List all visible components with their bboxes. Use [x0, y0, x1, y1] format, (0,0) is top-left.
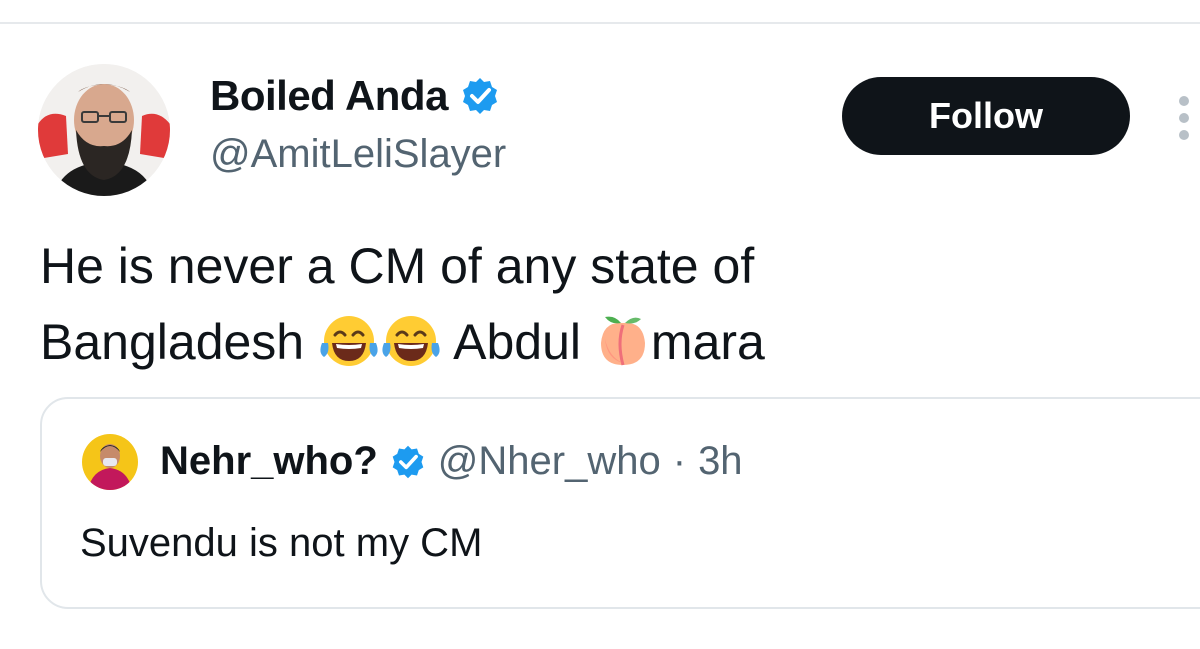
- verified-badge-icon: [390, 444, 426, 480]
- author-avatar[interactable]: [38, 64, 170, 196]
- tweet-text-segment-2: Abdul: [442, 314, 595, 370]
- tweet-text: He is never a CM of any state of Banglad…: [40, 228, 1160, 390]
- tweet-text-segment-1: Bangladesh: [40, 314, 319, 370]
- quoted-author-avatar[interactable]: [82, 434, 138, 490]
- quoted-tweet-card[interactable]: Nehr_who? @Nher_who · 3h Suvendu is not …: [40, 397, 1200, 609]
- laughing-tears-emoji-icon: [318, 313, 380, 390]
- top-divider: [0, 22, 1200, 24]
- laughing-tears-emoji-icon: [380, 313, 442, 390]
- quoted-author-name[interactable]: Nehr_who?: [160, 439, 378, 484]
- quoted-tweet-text: Suvendu is not my CM: [80, 521, 483, 565]
- tweet-text-segment-3: mara: [650, 314, 765, 370]
- author-name-text[interactable]: Boiled Anda: [210, 72, 448, 120]
- quoted-tweet-timestamp[interactable]: 3h: [698, 439, 743, 484]
- quoted-tweet-header: Nehr_who? @Nher_who · 3h: [160, 439, 743, 484]
- peach-emoji-icon: [595, 313, 651, 390]
- follow-button[interactable]: Follow: [842, 77, 1130, 155]
- tweet-text-line2: Bangladesh Abdul mara: [40, 304, 1160, 390]
- bearded-man-avatar-icon: [38, 64, 170, 196]
- person-avatar-icon: [82, 434, 138, 490]
- verified-badge-icon: [460, 76, 500, 116]
- tweet-text-line1: He is never a CM of any state of: [40, 238, 755, 294]
- separator-dot: ·: [672, 439, 687, 483]
- more-options-icon[interactable]: [1170, 96, 1200, 140]
- quoted-author-handle[interactable]: @Nher_who: [438, 439, 661, 484]
- author-display-name[interactable]: Boiled Anda: [210, 72, 500, 120]
- author-handle[interactable]: @AmitLeliSlayer: [210, 132, 506, 177]
